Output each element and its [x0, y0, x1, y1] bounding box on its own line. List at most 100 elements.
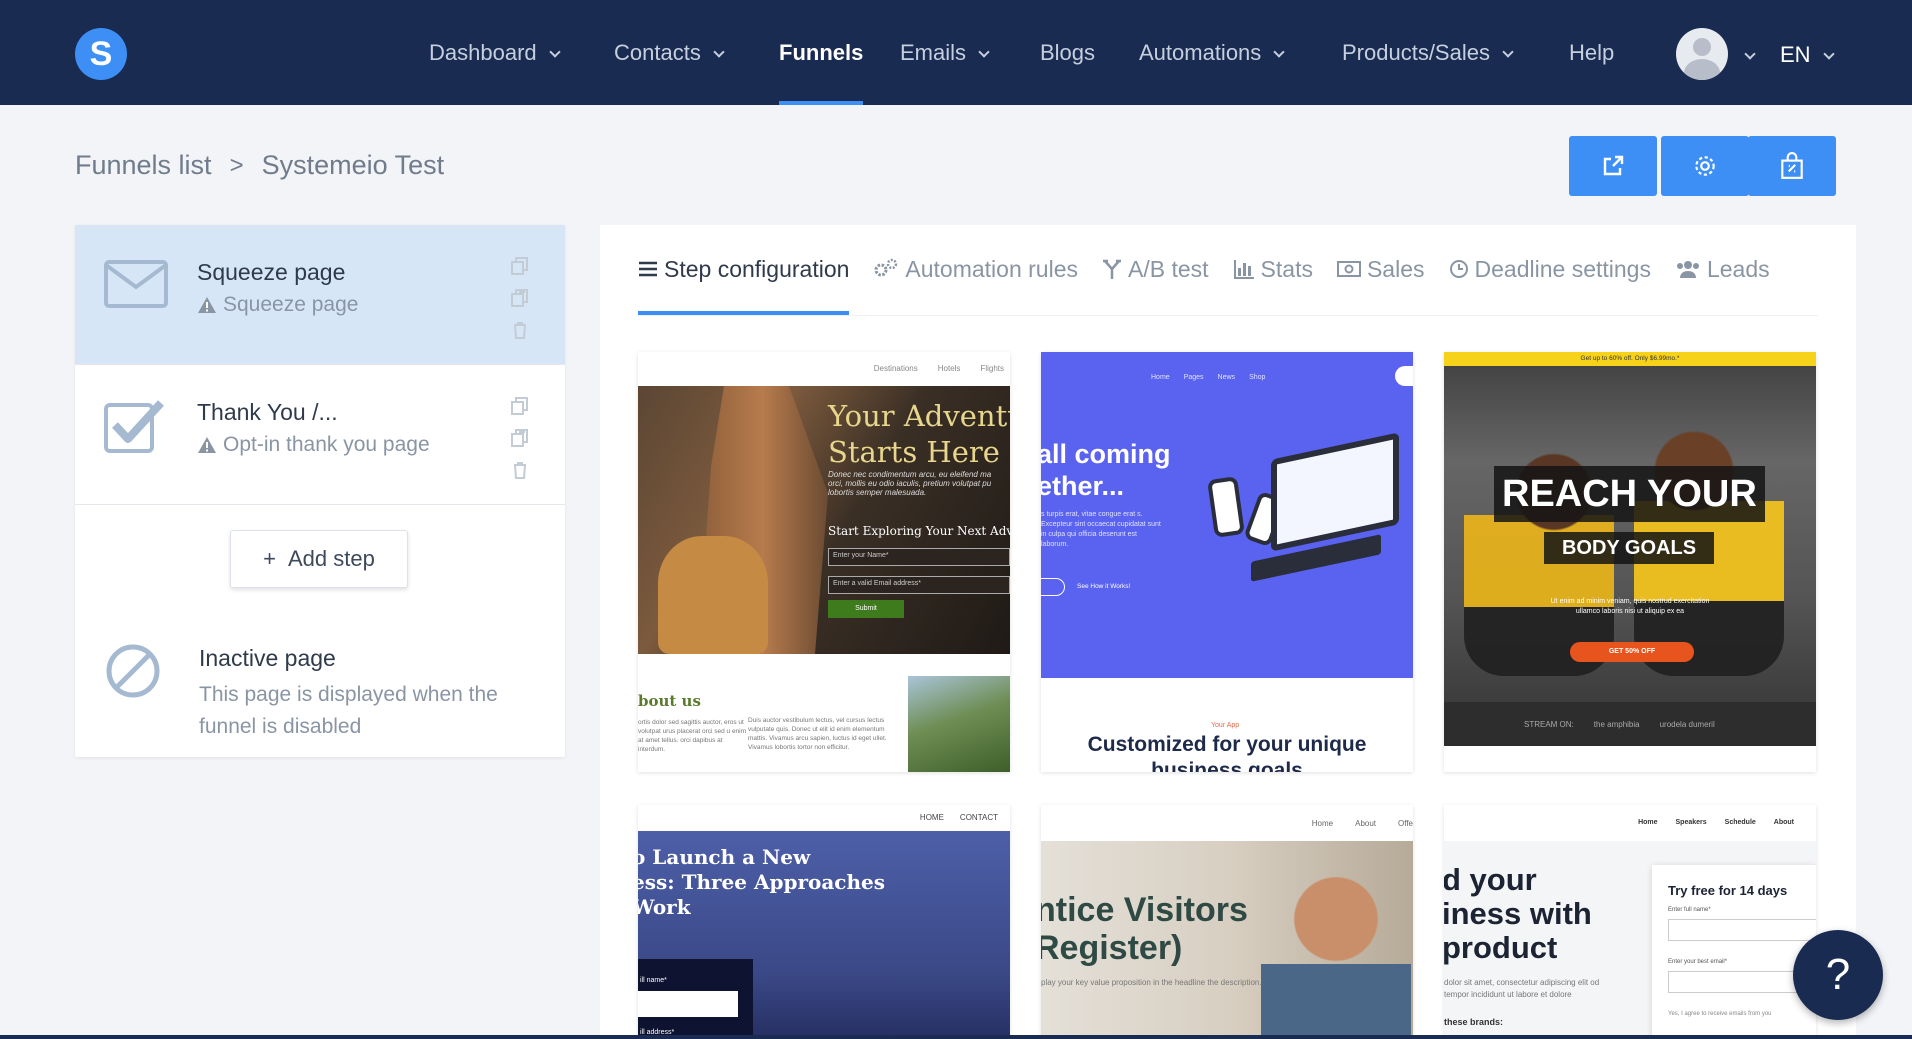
template-paragraph: Donec nec condimentum arcu, eu eleifend … — [828, 470, 992, 497]
chevron-down-icon — [1502, 46, 1514, 58]
nav-products-sales[interactable]: Products/Sales — [1342, 40, 1514, 74]
avatar[interactable] — [1676, 28, 1728, 80]
template-card-title: Try free for 14 days — [1668, 883, 1788, 898]
tab-leads[interactable]: Leads — [1675, 225, 1770, 313]
step-title: Squeeze page — [197, 259, 346, 285]
step-squeeze-page[interactable]: Squeeze page Squeeze page — [75, 225, 565, 365]
chevron-down-icon — [1273, 46, 1285, 58]
checkbox-icon — [104, 400, 164, 453]
funnel-settings-button[interactable] — [1661, 136, 1749, 196]
template-form-input — [1668, 919, 1816, 941]
template-text-col: ortis dolor sed sagittis auctor, eros ut… — [638, 719, 747, 753]
step-actions — [511, 397, 529, 479]
template-headline: REACH YOUR — [1494, 466, 1765, 522]
nav-funnels[interactable]: Funnels — [779, 40, 864, 105]
add-step-button[interactable]: + Add step — [230, 530, 408, 588]
template-card-app[interactable]: Home Pages News Shop all coming ether...… — [1041, 352, 1413, 772]
nav-contacts[interactable]: Contacts — [614, 40, 725, 74]
funnel-steps-panel: Squeeze page Squeeze page Thank You /...… — [75, 225, 565, 757]
users-icon — [1676, 261, 1699, 278]
template-brands-label: these brands: — [1444, 1017, 1504, 1027]
inactive-page-title[interactable]: Inactive page — [199, 645, 336, 672]
tab-sales[interactable]: Sales — [1336, 225, 1425, 313]
top-navbar: S Dashboard Contacts Funnels Emails Blog… — [0, 0, 1912, 105]
breadcrumb-separator: > — [229, 151, 244, 179]
template-nav-item: Home — [1638, 819, 1658, 826]
template-subheadline: BODY GOALS — [1544, 532, 1714, 564]
language-selector[interactable]: EN — [1780, 42, 1835, 76]
avatar-body — [1684, 59, 1720, 80]
tab-automation-rules[interactable]: Automation rules — [873, 225, 1078, 313]
template-nav: Home About Offe — [1041, 805, 1413, 841]
copy-icon[interactable] — [511, 257, 529, 275]
breadcrumb-funnels-list[interactable]: Funnels list — [75, 150, 212, 181]
nav-blogs[interactable]: Blogs — [1040, 40, 1095, 74]
template-hero-image: Your Adventu Starts Here Donec nec condi… — [638, 386, 1010, 654]
template-nav-item: CONTACT — [959, 813, 998, 822]
tab-stats[interactable]: Stats — [1233, 225, 1313, 313]
nav-automations[interactable]: Automations — [1139, 40, 1285, 74]
trash-icon[interactable] — [511, 321, 529, 339]
chevron-down-icon — [1822, 48, 1835, 60]
chevron-down-icon — [1744, 48, 1756, 60]
duplicate-icon[interactable] — [511, 429, 529, 447]
template-paragraph: s turpis erat, vitae congue erat s. Exce… — [1041, 511, 1161, 548]
help-button[interactable]: ? — [1793, 930, 1883, 1020]
inactive-ban-icon — [106, 644, 160, 698]
duplicate-icon[interactable] — [511, 289, 529, 307]
account-dropdown[interactable] — [1744, 42, 1756, 76]
marketplace-button[interactable] — [1748, 136, 1836, 196]
template-card-try-free[interactable]: Home Speakers Schedule About d your ines… — [1444, 805, 1816, 1039]
template-nav-item: Speakers — [1675, 819, 1707, 826]
headline-line: Register) — [1041, 929, 1183, 967]
step-type: Squeeze page — [223, 293, 359, 316]
nav-emails[interactable]: Emails — [900, 40, 990, 74]
template-nav-item: About — [1355, 819, 1377, 828]
template-nav-item: Flights — [980, 364, 1004, 373]
headline-line: ntice Visitors — [1041, 891, 1248, 929]
open-funnel-button[interactable] — [1569, 136, 1657, 196]
template-card-launch[interactable]: HOME CONTACT o Launch a New ess: Three A… — [638, 805, 1010, 1039]
step-thank-you[interactable]: Thank You /... Opt-in thank you page — [75, 365, 565, 505]
template-label: Your App — [1211, 722, 1240, 729]
template-nav-item: Destinations — [873, 364, 918, 373]
tab-label: Sales — [1366, 255, 1425, 282]
avatar-head — [1693, 38, 1711, 56]
template-paragraph: Ut enim ad minim veniam, quis nostrud ex… — [1550, 598, 1710, 615]
template-hero: Home Pages News Shop all coming ether...… — [1041, 352, 1413, 678]
nav-help[interactable]: Help — [1569, 40, 1614, 74]
copy-icon[interactable] — [511, 397, 529, 415]
plus-icon: + — [263, 546, 276, 571]
person-graphic — [1261, 865, 1411, 1039]
tab-step-configuration[interactable]: Step configuration — [638, 225, 850, 315]
clock-icon — [1449, 260, 1468, 278]
trash-icon[interactable] — [511, 461, 529, 479]
template-headline: all coming ether... — [1041, 438, 1171, 502]
nav-label: Dashboard — [429, 40, 537, 65]
tab-deadline-settings[interactable]: Deadline settings — [1449, 225, 1651, 313]
template-form-input — [638, 991, 738, 1017]
headline-line: o Launch a New — [638, 845, 811, 869]
headline-line: Work — [638, 895, 691, 919]
template-signup-card: Try free for 14 days Enter full name* En… — [1652, 865, 1816, 1039]
template-promo-bar: Get up to 60% off. Only $6.99mo.* — [1444, 352, 1816, 366]
inactive-page-description: This page is displayed when the funnel i… — [199, 683, 498, 738]
template-card-fitness[interactable]: Get up to 60% off. Only $6.99mo.* REACH … — [1444, 352, 1816, 772]
template-nav-item: About — [1773, 819, 1794, 826]
step-title: Thank You /... — [197, 399, 338, 425]
template-card-adventure[interactable]: Destinations Hotels Flights Your Adventu… — [638, 352, 1010, 772]
nav-label: Products/Sales — [1342, 40, 1490, 65]
chevron-down-icon — [978, 46, 990, 58]
nav-dashboard[interactable]: Dashboard — [429, 40, 561, 74]
chevron-down-icon — [713, 46, 725, 58]
headline-line: d your — [1444, 862, 1537, 897]
hiker-graphic — [658, 536, 768, 654]
template-form-label: ill name* — [640, 977, 667, 984]
chevron-down-icon — [548, 46, 561, 58]
template-card-visitors[interactable]: Home About Offe ntice Visitors Register)… — [1041, 805, 1413, 1039]
mountain-image — [908, 676, 1010, 772]
template-nav-item: Hotels — [937, 364, 961, 373]
template-name-input: Enter your Name* — [828, 548, 1010, 566]
tab-ab-test[interactable]: A/B test — [1102, 225, 1209, 313]
systeme-logo[interactable]: S — [75, 28, 127, 80]
